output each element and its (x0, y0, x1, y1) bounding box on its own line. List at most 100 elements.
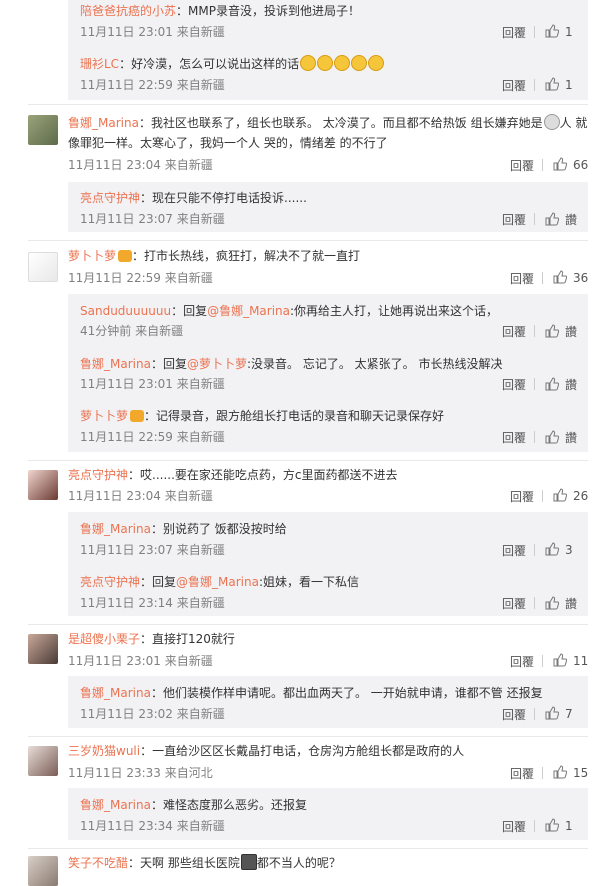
like-button[interactable]: 11 (553, 653, 588, 668)
reply-button[interactable]: 回覆 (510, 653, 534, 670)
separator: ： (128, 856, 141, 870)
like-button[interactable]: 15 (553, 765, 588, 780)
like-button[interactable]: 讚 (545, 376, 577, 393)
comment-text-line: 三岁奶猫wuli：一直给沙区区长戴晶打电话，仓房沟方舱组长都是政府的人 (68, 743, 464, 759)
username-link[interactable]: 鲁娜_Marina (80, 357, 151, 371)
comment-divider (28, 848, 588, 849)
username-link[interactable]: 萝卜卜萝 (80, 409, 128, 423)
source-label: 来自新疆 (164, 489, 213, 503)
reply-button[interactable]: 回覆 (510, 488, 534, 505)
username-link[interactable]: 鲁娜_Marina (80, 522, 151, 536)
comment-meta: 11月11日 22:59 来自新疆 (68, 270, 213, 286)
action-divider (542, 159, 543, 171)
username-link[interactable]: 珊衫LC (80, 57, 119, 71)
reply-button[interactable]: 回覆 (502, 376, 526, 393)
mention-link[interactable]: @萝卜卜萝 (187, 357, 247, 371)
reply-meta: 11月11日 22:59 来自新疆 (80, 77, 225, 93)
source-label: 来自新疆 (176, 543, 225, 557)
username-link[interactable]: 亮点守护神 (80, 191, 140, 205)
reply-meta: 11月11日 23:07 来自新疆 (80, 211, 225, 227)
comment-meta: 11月11日 23:33 来自河北 (68, 765, 213, 781)
username-link[interactable]: 三岁奶猫wuli (68, 744, 140, 758)
username-link[interactable]: 鲁娜_Marina (80, 798, 151, 812)
action-divider (534, 26, 535, 38)
like-count: 7 (565, 707, 573, 721)
mention-link[interactable]: @鲁娜_Marina (207, 304, 290, 318)
emoji-icon (300, 55, 317, 71)
username-link[interactable]: Sanduduuuuuu (80, 304, 171, 318)
comment-text-line: 鲁娜_Marina：我社区也联系了，组长也联系。 太冷漠了。而且都不给热饭 组长… (68, 114, 587, 131)
avatar[interactable] (28, 252, 58, 282)
like-button[interactable]: 1 (545, 77, 573, 92)
avatar[interactable] (28, 470, 58, 500)
like-button[interactable]: 7 (545, 706, 573, 721)
reply-text: 现在只能不停打电话投诉...... (152, 191, 307, 205)
reply-text-line: 萝卜卜萝 ：记得录音，跟方舱组长打电话的录音和聊天记录保存好 (80, 408, 444, 424)
action-divider (534, 544, 535, 556)
like-button[interactable]: 1 (545, 24, 573, 39)
username-link[interactable]: 陪爸爸抗癌的小苏 (80, 4, 176, 18)
reply-button[interactable]: 回覆 (502, 595, 526, 612)
like-button[interactable]: 26 (553, 488, 588, 503)
comment-text: 打市长热线，疯狂打，解决不了就一直打 (144, 249, 361, 263)
reply-button[interactable]: 回覆 (510, 765, 534, 782)
username-link[interactable]: 鲁娜_Marina (68, 116, 139, 130)
reply-button[interactable]: 回覆 (502, 24, 526, 41)
mention-link[interactable]: @鲁娜_Marina (176, 575, 259, 589)
reply-meta: 11月11日 22:59 来自新疆 (80, 429, 225, 445)
avatar[interactable] (28, 746, 58, 776)
thumbs-up-icon (553, 157, 567, 171)
source-label: 来自新疆 (176, 596, 225, 610)
comment-text: 都不当人的呢？ (256, 856, 341, 870)
username-link[interactable]: 萝卜卜萝 (68, 249, 116, 263)
like-button[interactable]: 36 (553, 270, 588, 285)
username-link[interactable]: 亮点守护神 (80, 575, 140, 589)
reply-button[interactable]: 回覆 (502, 706, 526, 723)
reply-text: :姐妹，看一下私信 (258, 575, 360, 589)
like-button[interactable]: 讚 (545, 595, 577, 612)
reply-meta: 41分钟前 来自新疆 (80, 323, 183, 339)
timestamp: 11月11日 22:59 (80, 78, 173, 92)
reply-button[interactable]: 回覆 (502, 77, 526, 94)
reply-text-line: 亮点守护神：现在只能不停打电话投诉...... (80, 190, 307, 206)
reply-button[interactable]: 回覆 (502, 211, 526, 228)
separator: ： (150, 686, 163, 700)
avatar[interactable] (28, 115, 58, 145)
separator: ： (140, 632, 153, 646)
separator: ：回复 (150, 357, 187, 371)
reply-text: 难怪态度那么恶劣。还报复 (162, 798, 307, 812)
like-button[interactable]: 66 (553, 157, 588, 172)
separator: ： (144, 409, 157, 423)
like-button[interactable]: 讚 (545, 211, 577, 228)
like-count: 26 (573, 489, 589, 503)
like-button[interactable]: 1 (545, 818, 573, 833)
action-divider (534, 431, 535, 443)
comment-divider (28, 736, 588, 737)
reply-button[interactable]: 回覆 (510, 270, 534, 287)
avatar[interactable] (28, 856, 58, 886)
like-button[interactable]: 讚 (545, 429, 577, 446)
source-label: 来自新疆 (176, 430, 225, 444)
timestamp: 11月11日 23:14 (80, 596, 173, 610)
reply-button[interactable]: 回覆 (502, 323, 526, 340)
like-button[interactable]: 讚 (545, 323, 577, 340)
source-label: 来自新疆 (164, 654, 213, 668)
source-label: 来自新疆 (164, 271, 213, 285)
reply-button[interactable]: 回覆 (502, 429, 526, 446)
comment-divider (28, 460, 588, 461)
member-badge-icon (118, 250, 133, 262)
reply-text: 记得录音，跟方舱组长打电话的录音和聊天记录保存好 (156, 409, 445, 423)
username-link[interactable]: 鲁娜_Marina (80, 686, 151, 700)
thumbs-up-icon (545, 430, 559, 444)
username-link[interactable]: 亮点守护神 (68, 468, 128, 482)
reply-button[interactable]: 回覆 (502, 818, 526, 835)
comment-text: 天啊 那些组长医院 (140, 856, 240, 870)
username-link[interactable]: 是超傻小栗子 (68, 632, 140, 646)
reply-button[interactable]: 回覆 (502, 542, 526, 559)
like-count: 讚 (565, 325, 578, 339)
like-button[interactable]: 3 (545, 542, 573, 557)
username-link[interactable]: 笑子不吃醋 (68, 856, 128, 870)
reply-button[interactable]: 回覆 (510, 157, 534, 174)
avatar[interactable] (28, 634, 58, 664)
reply-meta: 11月11日 23:34 来自新疆 (80, 818, 225, 834)
